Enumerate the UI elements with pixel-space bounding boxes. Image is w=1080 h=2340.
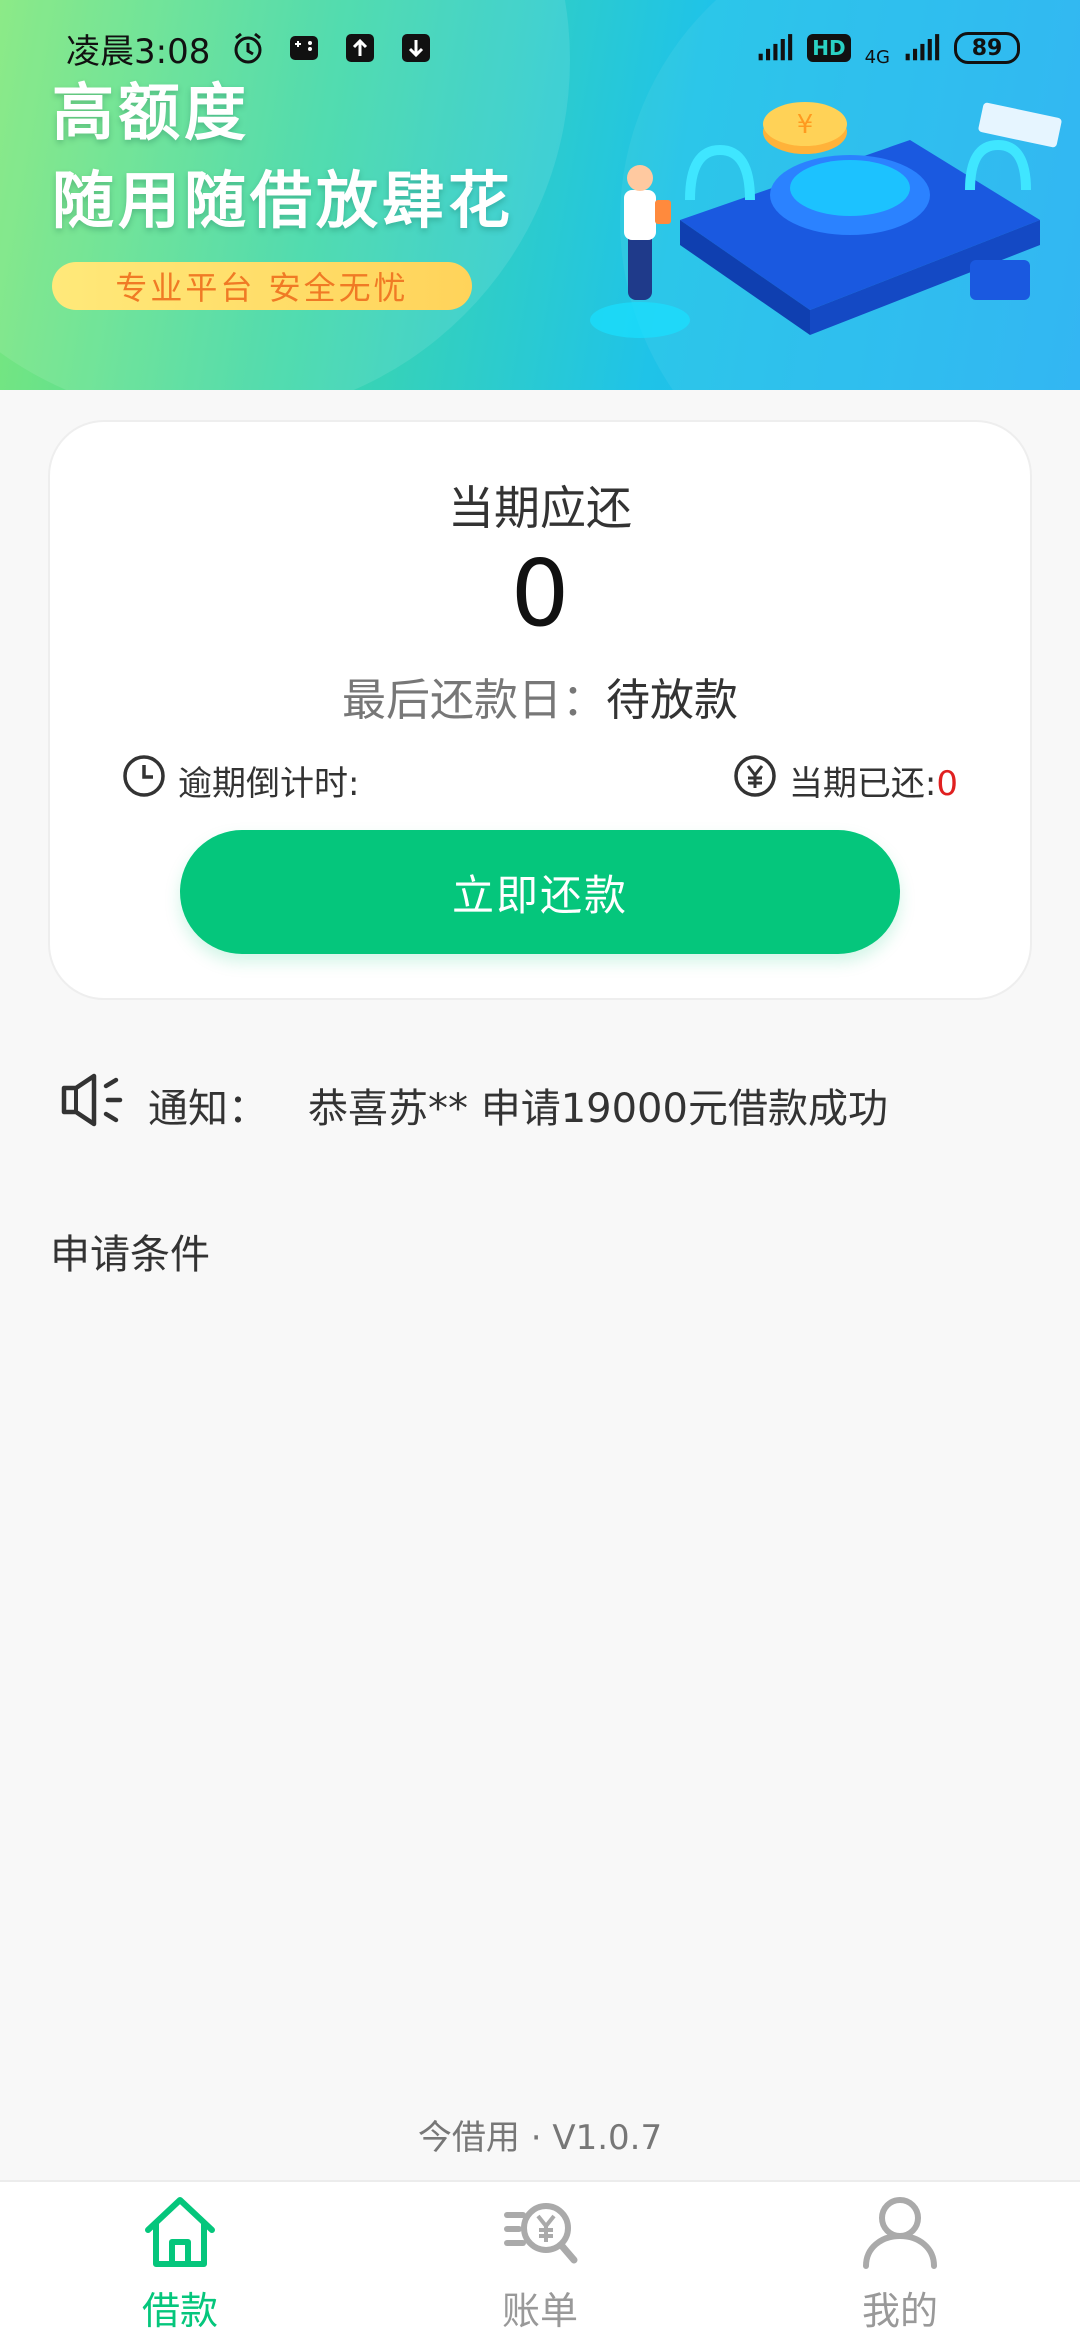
- bottom-tab-bar: 借款 账单 我的: [0, 2180, 1080, 2340]
- tab-loan[interactable]: 借款: [0, 2182, 360, 2340]
- notice-bar[interactable]: 通知： 恭喜苏** 申请19000元借款成功: [58, 1070, 888, 1140]
- yuan-icon: [733, 754, 777, 807]
- countdown-label: 逾期倒计时:: [178, 763, 360, 804]
- tab-label: 借款: [141, 2289, 218, 2333]
- home-icon: [138, 2190, 222, 2274]
- repayment-title: 当期应还: [448, 481, 632, 535]
- tab-bill[interactable]: 账单: [360, 2182, 720, 2340]
- network-type: 4G: [864, 46, 890, 68]
- banner-title: 高额度: [52, 76, 251, 149]
- repay-now-button[interactable]: 立即还款: [180, 830, 900, 954]
- due-date-value: 待放款: [606, 675, 738, 726]
- paid-this-period: 当期已还:0: [733, 754, 958, 807]
- due-date-row: 最后还款日：待放款: [50, 664, 1030, 728]
- repayment-amount: 0: [510, 540, 570, 647]
- apply-conditions-title: 申请条件: [50, 1232, 210, 1278]
- clock-icon: [122, 754, 166, 807]
- app-screen: 凌晨3:08 HD 4G 89 高额度 随用随借放肆花 专业平台 安全无忧 ¥ …: [0, 0, 1080, 2340]
- promo-banner[interactable]: 凌晨3:08 HD 4G 89 高额度 随用随借放肆花 专业平台 安全无忧 ¥: [0, 0, 1080, 390]
- user-icon: [858, 2190, 942, 2274]
- notice-label: 通知：: [148, 1086, 268, 1132]
- alarm-icon: [230, 30, 266, 66]
- repayment-card: 当期应还 0 最后还款日：待放款 逾期倒计时: 当期已还:0 立即还款: [48, 420, 1032, 1000]
- due-date-label: 最后还款日：: [342, 675, 606, 726]
- tab-label: 我的: [861, 2289, 938, 2333]
- overdue-countdown: 逾期倒计时:: [122, 754, 371, 807]
- download-icon: [398, 30, 434, 66]
- gamepad-icon: [286, 30, 322, 66]
- bill-icon: [498, 2190, 582, 2274]
- speaker-icon: [58, 1070, 128, 1140]
- signal-icon: [757, 30, 793, 66]
- paid-label: 当期已还:: [788, 763, 937, 804]
- tab-mine[interactable]: 我的: [720, 2182, 1080, 2340]
- banner-tag: 专业平台 安全无忧: [52, 262, 472, 310]
- paid-value: 0: [936, 763, 958, 804]
- svg-text:¥: ¥: [797, 110, 814, 140]
- upload-icon: [342, 30, 378, 66]
- repayment-info-row: 逾期倒计时: 当期已还:0: [122, 752, 958, 808]
- battery-indicator: 89: [954, 32, 1020, 64]
- signal-icon-2: [904, 30, 940, 66]
- hd-badge: HD: [807, 34, 851, 62]
- tab-label: 账单: [501, 2289, 578, 2333]
- banner-subtitle: 随用随借放肆花: [52, 164, 515, 237]
- banner-illustration: ¥: [590, 102, 1062, 338]
- app-version: 今借用 · V1.0.7: [417, 2118, 663, 2158]
- notice-text: 恭喜苏** 申请19000元借款成功: [308, 1086, 888, 1132]
